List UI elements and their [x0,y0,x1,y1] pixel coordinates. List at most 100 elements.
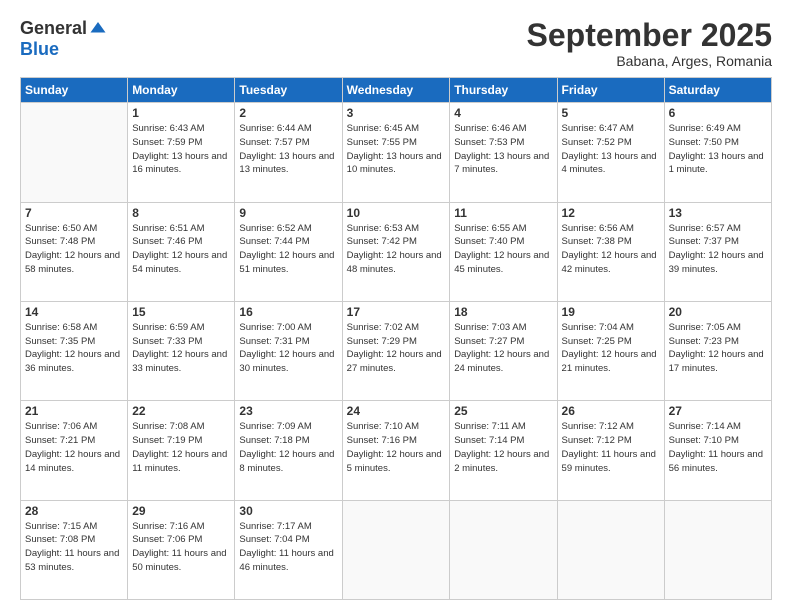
day-number: 13 [669,206,767,220]
day-number: 6 [669,106,767,120]
table-row: 28 Sunrise: 7:15 AM Sunset: 7:08 PM Dayl… [21,500,128,599]
day-number: 27 [669,404,767,418]
day-number: 2 [239,106,337,120]
day-number: 26 [562,404,660,418]
page: General Blue September 2025 Babana, Arge… [0,0,792,612]
day-number: 18 [454,305,552,319]
daylight-text: Daylight: 11 hours and 50 minutes. [132,548,226,573]
calendar-table: Sunday Monday Tuesday Wednesday Thursday… [20,77,772,600]
table-row: 12 Sunrise: 6:56 AM Sunset: 7:38 PM Dayl… [557,202,664,301]
cell-info: Sunrise: 6:55 AM Sunset: 7:40 PM Dayligh… [454,222,552,277]
sunset-text: Sunset: 7:08 PM [25,534,95,545]
cell-info: Sunrise: 7:02 AM Sunset: 7:29 PM Dayligh… [347,321,446,376]
table-row: 22 Sunrise: 7:08 AM Sunset: 7:19 PM Dayl… [128,401,235,500]
sunrise-text: Sunrise: 6:44 AM [239,123,311,134]
daylight-text: Daylight: 13 hours and 4 minutes. [562,151,657,176]
header: General Blue September 2025 Babana, Arge… [20,18,772,69]
sunset-text: Sunset: 7:12 PM [562,435,632,446]
day-number: 7 [25,206,123,220]
sunset-text: Sunset: 7:59 PM [132,137,202,148]
daylight-text: Daylight: 12 hours and 45 minutes. [454,250,549,275]
daylight-text: Daylight: 12 hours and 30 minutes. [239,349,334,374]
daylight-text: Daylight: 12 hours and 36 minutes. [25,349,120,374]
daylight-text: Daylight: 12 hours and 17 minutes. [669,349,764,374]
table-row: 20 Sunrise: 7:05 AM Sunset: 7:23 PM Dayl… [664,301,771,400]
sunset-text: Sunset: 7:48 PM [25,236,95,247]
table-row: 16 Sunrise: 7:00 AM Sunset: 7:31 PM Dayl… [235,301,342,400]
cell-info: Sunrise: 6:47 AM Sunset: 7:52 PM Dayligh… [562,122,660,177]
sunset-text: Sunset: 7:31 PM [239,336,309,347]
daylight-text: Daylight: 13 hours and 10 minutes. [347,151,442,176]
daylight-text: Daylight: 11 hours and 59 minutes. [562,449,656,474]
daylight-text: Daylight: 11 hours and 53 minutes. [25,548,119,573]
sunset-text: Sunset: 7:25 PM [562,336,632,347]
day-number: 24 [347,404,446,418]
calendar-week-row: 7 Sunrise: 6:50 AM Sunset: 7:48 PM Dayli… [21,202,772,301]
sunset-text: Sunset: 7:44 PM [239,236,309,247]
sunset-text: Sunset: 7:35 PM [25,336,95,347]
table-row: 8 Sunrise: 6:51 AM Sunset: 7:46 PM Dayli… [128,202,235,301]
day-number: 22 [132,404,230,418]
sunrise-text: Sunrise: 7:11 AM [454,421,526,432]
col-sunday: Sunday [21,78,128,103]
cell-info: Sunrise: 6:57 AM Sunset: 7:37 PM Dayligh… [669,222,767,277]
sunset-text: Sunset: 7:14 PM [454,435,524,446]
table-row [664,500,771,599]
day-number: 5 [562,106,660,120]
day-number: 20 [669,305,767,319]
day-number: 9 [239,206,337,220]
cell-info: Sunrise: 7:00 AM Sunset: 7:31 PM Dayligh… [239,321,337,376]
sunrise-text: Sunrise: 7:06 AM [25,421,97,432]
table-row: 7 Sunrise: 6:50 AM Sunset: 7:48 PM Dayli… [21,202,128,301]
sunrise-text: Sunrise: 7:17 AM [239,521,311,532]
cell-info: Sunrise: 6:58 AM Sunset: 7:35 PM Dayligh… [25,321,123,376]
day-number: 4 [454,106,552,120]
sunrise-text: Sunrise: 7:15 AM [25,521,97,532]
sunrise-text: Sunrise: 6:58 AM [25,322,97,333]
sunrise-text: Sunrise: 7:08 AM [132,421,204,432]
daylight-text: Daylight: 13 hours and 13 minutes. [239,151,334,176]
table-row: 10 Sunrise: 6:53 AM Sunset: 7:42 PM Dayl… [342,202,450,301]
table-row: 23 Sunrise: 7:09 AM Sunset: 7:18 PM Dayl… [235,401,342,500]
logo-general: General [20,18,87,39]
table-row: 26 Sunrise: 7:12 AM Sunset: 7:12 PM Dayl… [557,401,664,500]
cell-info: Sunrise: 7:12 AM Sunset: 7:12 PM Dayligh… [562,420,660,475]
sunrise-text: Sunrise: 6:52 AM [239,223,311,234]
sunset-text: Sunset: 7:16 PM [347,435,417,446]
sunset-text: Sunset: 7:42 PM [347,236,417,247]
daylight-text: Daylight: 12 hours and 11 minutes. [132,449,227,474]
day-number: 28 [25,504,123,518]
sunrise-text: Sunrise: 6:47 AM [562,123,634,134]
sunset-text: Sunset: 7:33 PM [132,336,202,347]
calendar-week-row: 28 Sunrise: 7:15 AM Sunset: 7:08 PM Dayl… [21,500,772,599]
table-row: 29 Sunrise: 7:16 AM Sunset: 7:06 PM Dayl… [128,500,235,599]
location-subtitle: Babana, Arges, Romania [527,53,772,69]
daylight-text: Daylight: 12 hours and 58 minutes. [25,250,120,275]
sunset-text: Sunset: 7:53 PM [454,137,524,148]
logo: General Blue [20,18,107,60]
logo-icon [89,19,107,37]
table-row: 2 Sunrise: 6:44 AM Sunset: 7:57 PM Dayli… [235,103,342,202]
sunset-text: Sunset: 7:46 PM [132,236,202,247]
table-row: 11 Sunrise: 6:55 AM Sunset: 7:40 PM Dayl… [450,202,557,301]
table-row: 1 Sunrise: 6:43 AM Sunset: 7:59 PM Dayli… [128,103,235,202]
day-number: 19 [562,305,660,319]
cell-info: Sunrise: 6:50 AM Sunset: 7:48 PM Dayligh… [25,222,123,277]
daylight-text: Daylight: 13 hours and 16 minutes. [132,151,227,176]
table-row: 3 Sunrise: 6:45 AM Sunset: 7:55 PM Dayli… [342,103,450,202]
cell-info: Sunrise: 6:46 AM Sunset: 7:53 PM Dayligh… [454,122,552,177]
cell-info: Sunrise: 6:43 AM Sunset: 7:59 PM Dayligh… [132,122,230,177]
table-row [557,500,664,599]
daylight-text: Daylight: 12 hours and 27 minutes. [347,349,442,374]
sunset-text: Sunset: 7:50 PM [669,137,739,148]
sunset-text: Sunset: 7:18 PM [239,435,309,446]
sunrise-text: Sunrise: 7:05 AM [669,322,741,333]
calendar-week-row: 21 Sunrise: 7:06 AM Sunset: 7:21 PM Dayl… [21,401,772,500]
cell-info: Sunrise: 6:44 AM Sunset: 7:57 PM Dayligh… [239,122,337,177]
calendar-week-row: 14 Sunrise: 6:58 AM Sunset: 7:35 PM Dayl… [21,301,772,400]
daylight-text: Daylight: 12 hours and 42 minutes. [562,250,657,275]
table-row: 30 Sunrise: 7:17 AM Sunset: 7:04 PM Dayl… [235,500,342,599]
day-number: 15 [132,305,230,319]
day-number: 14 [25,305,123,319]
day-number: 23 [239,404,337,418]
